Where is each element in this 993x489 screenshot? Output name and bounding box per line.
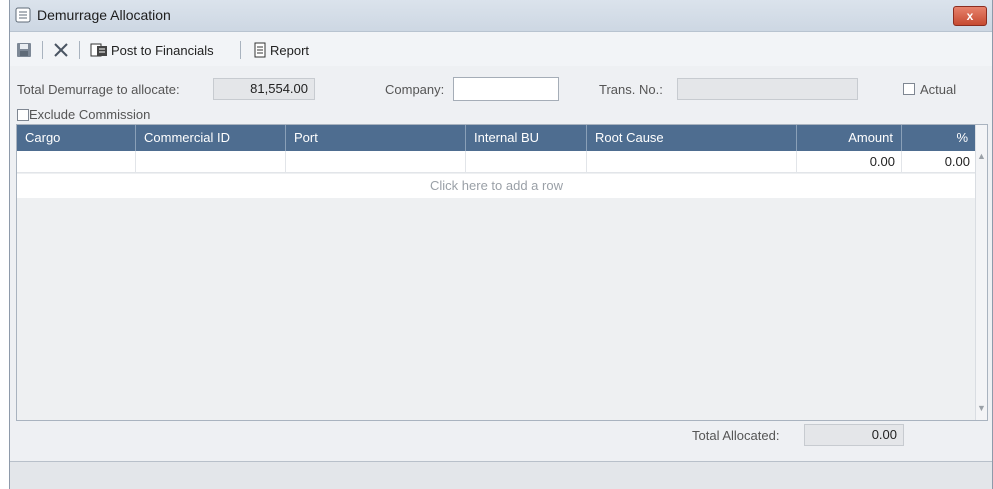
scroll-up-icon[interactable]: ▲ [977, 151, 986, 161]
report-button[interactable]: Report [252, 40, 309, 60]
close-button[interactable]: x [953, 6, 987, 26]
status-bar [10, 461, 992, 489]
amount-cell[interactable]: 0.00 [797, 151, 902, 173]
column-header-commercial-id[interactable]: Commercial ID [136, 125, 286, 151]
root-cause-cell[interactable] [587, 151, 797, 173]
document-list-icon [15, 7, 31, 23]
allocation-grid: Cargo Commercial ID Port Internal BU Roo… [16, 124, 988, 421]
table-row[interactable]: 0.00 0.00 [17, 151, 976, 173]
delete-x-icon [54, 43, 68, 57]
scroll-down-icon[interactable]: ▼ [977, 403, 986, 413]
cargo-cell[interactable] [17, 151, 136, 173]
add-row-button[interactable]: Click here to add a row [17, 174, 976, 198]
column-header-amount[interactable]: Amount [797, 125, 902, 151]
percent-cell[interactable]: 0.00 [902, 151, 976, 173]
port-cell[interactable] [286, 151, 466, 173]
save-button[interactable] [16, 40, 32, 60]
company-label: Company: [385, 82, 445, 97]
actual-label: Actual [920, 82, 957, 97]
column-header-cargo[interactable]: Cargo [17, 125, 136, 151]
trans-no-label: Trans. No.: [599, 82, 663, 97]
actual-checkbox[interactable] [903, 83, 915, 95]
report-label: Report [270, 42, 310, 58]
column-header-root-cause[interactable]: Root Cause [587, 125, 797, 151]
post-to-financials-label: Post to Financials [111, 42, 214, 58]
demurrage-allocation-window: Demurrage Allocation x Post to Financial… [9, 0, 993, 489]
company-field[interactable] [453, 77, 559, 101]
vertical-scrollbar[interactable]: ▲ ▼ [975, 125, 987, 420]
grid-header: Cargo Commercial ID Port Internal BU Roo… [17, 125, 976, 151]
title-bar: Demurrage Allocation x [10, 0, 992, 32]
toolbar: Post to Financials Report [10, 32, 992, 66]
report-icon [254, 42, 266, 58]
window-title: Demurrage Allocation [37, 7, 171, 23]
total-demurrage-label: Total Demurrage to allocate: [17, 82, 180, 97]
post-financials-icon [90, 43, 107, 57]
exclude-commission-label: Exclude Commission [29, 107, 151, 122]
toolbar-separator [42, 41, 43, 59]
post-to-financials-button[interactable]: Post to Financials [90, 40, 214, 60]
save-icon [17, 43, 31, 57]
commercial-id-cell[interactable] [136, 151, 286, 173]
trans-no-field [677, 78, 858, 100]
total-allocated-label: Total Allocated: [692, 428, 780, 443]
exclude-commission-checkbox[interactable] [17, 109, 29, 121]
total-demurrage-value: 81,554.00 [213, 78, 315, 100]
toolbar-separator [79, 41, 80, 59]
column-header-port[interactable]: Port [286, 125, 466, 151]
toolbar-separator [240, 41, 241, 59]
close-icon: x [966, 9, 974, 23]
internal-bu-cell[interactable] [466, 151, 587, 173]
column-header-internal-bu[interactable]: Internal BU [466, 125, 587, 151]
total-allocated-value: 0.00 [804, 424, 904, 446]
delete-button[interactable] [53, 40, 69, 60]
column-header-percent[interactable]: % [902, 125, 976, 151]
